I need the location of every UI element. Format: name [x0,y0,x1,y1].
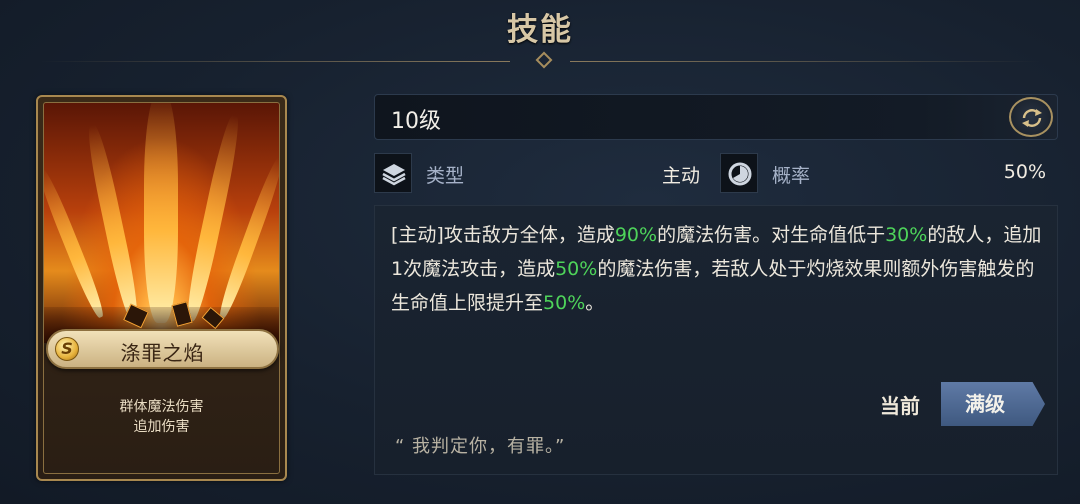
desc-highlight: 30% [885,224,928,246]
stat-chance-label: 概率 [772,165,811,187]
desc-seg: 。 [585,292,605,314]
skill-quote: “ 我判定你，有罪。” [395,436,566,457]
stat-chance: 概率 50% [720,153,1058,193]
skill-name-plate: S 涤罪之焰 [46,329,279,369]
current-level-button[interactable]: 当前 [855,386,945,426]
skill-level: 10级 [391,109,441,134]
desc-seg: [主动]攻击敌方全体，造成 [391,224,615,246]
desc-highlight: 50% [543,292,586,314]
skill-card: S 涤罪之焰 群体魔法伤害 追加伤害 [36,95,287,481]
skill-artwork [44,103,279,343]
skill-tag: 追加伤害 [133,419,190,435]
title-divider [40,51,1040,69]
layers-icon [382,164,406,186]
pie-chart-icon [728,162,752,186]
skill-tags: 群体魔法伤害 追加伤害 [38,397,285,437]
refresh-icon [1022,109,1042,127]
stat-chance-value: 50% [1003,161,1046,183]
skill-description: [主动]攻击敌方全体，造成90%的魔法伤害。对生命值低于30%的敌人，追加1次魔… [391,218,1051,320]
desc-seg: 的魔法伤害。对生命值低于 [657,224,886,246]
level-bar: 10级 [374,94,1058,140]
desc-highlight: 90% [614,224,658,246]
page-title: 技能 [507,12,573,48]
skill-description-box: [主动]攻击敌方全体，造成90%的魔法伤害。对生命值低于30%的敌人，追加1次魔… [374,205,1058,475]
diamond-ornament-icon [535,51,553,69]
stat-type-label: 类型 [426,165,465,187]
skill-name: 涤罪之焰 [120,341,205,365]
desc-highlight: 50% [555,258,598,280]
stat-type: 类型 主动 [374,153,712,193]
stat-type-value: 主动 [661,165,700,187]
skill-tag: 群体魔法伤害 [119,399,204,415]
refresh-button[interactable] [1009,97,1053,137]
max-level-button[interactable]: 满级 [941,382,1045,426]
